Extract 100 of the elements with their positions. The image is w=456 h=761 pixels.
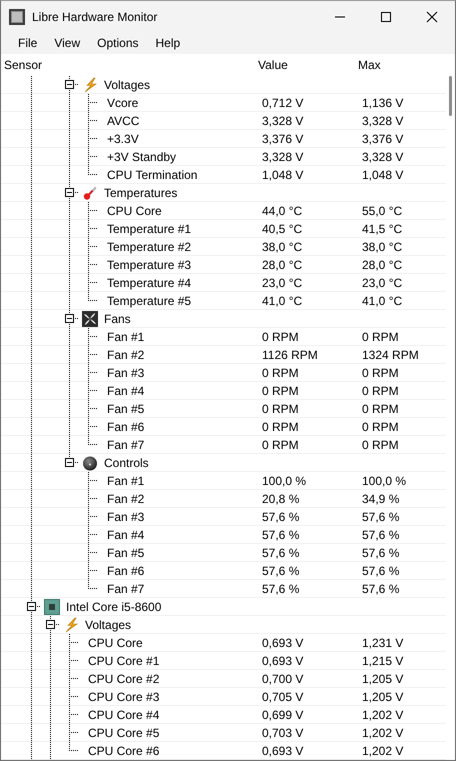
sensor-max: 57,6 % — [361, 528, 400, 542]
sensor-value: 3,328 V — [261, 150, 304, 164]
sensor-value: 0 RPM — [261, 402, 300, 416]
column-header[interactable]: Sensor — [1, 58, 255, 72]
menu-item[interactable]: File — [10, 36, 46, 50]
sensor-name[interactable]: Temperature #1 — [107, 222, 192, 236]
sensor-name[interactable]: Temperature #2 — [107, 240, 192, 254]
sensor-value: 40,5 °C — [261, 222, 304, 236]
menu-item[interactable]: Help — [148, 36, 190, 50]
sensor-name[interactable]: CPU Core #6 — [88, 744, 160, 758]
sensor-value: 57,6 % — [261, 510, 300, 524]
sensor-name[interactable]: Fan #2 — [107, 348, 144, 362]
fan-icon — [82, 310, 98, 326]
tree-node-label[interactable]: Controls — [104, 456, 149, 470]
sensor-name[interactable]: +3V Standby — [107, 150, 176, 164]
sensor-value: 0 RPM — [261, 384, 300, 398]
menu-item[interactable]: Options — [89, 36, 148, 50]
sensor-name[interactable]: CPU Core — [107, 204, 162, 218]
sensor-name[interactable]: CPU Core #1 — [88, 654, 160, 668]
tree-node-label[interactable]: Intel Core i5-8600 — [66, 600, 162, 614]
sensor-max: 1,202 V — [361, 708, 404, 722]
sensor-value: 0,693 V — [261, 636, 304, 650]
sensor-value: 57,6 % — [261, 528, 300, 542]
sensor-name[interactable]: CPU Core — [88, 636, 143, 650]
column-header[interactable]: Max — [355, 58, 381, 72]
sensor-name[interactable]: Fan #1 — [107, 330, 144, 344]
sensor-name[interactable]: AVCC — [107, 114, 140, 128]
collapse-toggle[interactable] — [65, 314, 74, 323]
sensor-value: 0 RPM — [261, 438, 300, 452]
sensor-name[interactable]: Fan #4 — [107, 528, 144, 542]
sensor-max: 28,0 °C — [361, 258, 402, 272]
sensor-name[interactable]: Fan #5 — [107, 402, 144, 416]
sensor-name[interactable]: CPU Core #4 — [88, 708, 160, 722]
tree-node-label[interactable]: Fans — [104, 312, 131, 326]
tree-node-label[interactable]: Voltages — [104, 78, 150, 92]
sensor-name[interactable]: Fan #7 — [107, 438, 144, 452]
sensor-value: 1126 RPM — [261, 348, 319, 362]
sensor-max: 1,202 V — [361, 744, 404, 758]
collapse-toggle[interactable] — [46, 620, 55, 629]
sensor-value: 1,048 V — [261, 168, 304, 182]
lightning-icon — [82, 76, 98, 92]
scrollbar-thumb[interactable] — [449, 76, 452, 116]
sensor-max: 1324 RPM — [361, 348, 419, 362]
sensor-name[interactable]: CPU Core #2 — [88, 672, 160, 686]
sensor-value: 3,328 V — [261, 114, 304, 128]
sensor-name[interactable]: Temperature #4 — [107, 276, 192, 290]
sensor-value: 20,8 % — [261, 492, 300, 506]
menu-item[interactable]: View — [46, 36, 90, 50]
sensor-name[interactable]: Temperature #3 — [107, 258, 192, 272]
sensor-name[interactable]: Fan #6 — [107, 420, 144, 434]
tree-node-label[interactable]: Temperatures — [104, 186, 178, 200]
sensor-name[interactable]: CPU Core #5 — [88, 726, 160, 740]
sensor-value: 44,0 °C — [261, 204, 304, 218]
sphere-icon — [82, 454, 98, 470]
sensor-name[interactable]: Fan #3 — [107, 366, 144, 380]
sensor-value: 0,700 V — [261, 672, 304, 686]
sensor-name[interactable]: Fan #4 — [107, 384, 144, 398]
sensor-name[interactable]: Fan #5 — [107, 546, 144, 560]
sensor-value: 0,712 V — [261, 96, 304, 110]
collapse-toggle[interactable] — [65, 188, 74, 197]
sensor-name[interactable]: Fan #1 — [107, 474, 144, 488]
sensor-name[interactable]: Fan #7 — [107, 582, 144, 596]
sensor-value: 57,6 % — [261, 546, 300, 560]
collapse-toggle[interactable] — [65, 80, 74, 89]
sensor-name[interactable]: Fan #2 — [107, 492, 144, 506]
sensor-max: 1,136 V — [361, 96, 404, 110]
sensor-max: 23,0 °C — [361, 276, 402, 290]
sensor-max: 3,328 V — [361, 114, 404, 128]
tree-node-label[interactable]: Voltages — [85, 618, 132, 632]
sensor-name[interactable]: CPU Termination — [107, 168, 198, 182]
sensor-value: 0,693 V — [261, 744, 304, 758]
collapse-toggle[interactable] — [65, 458, 74, 467]
sensor-value: 57,6 % — [261, 582, 300, 596]
chip-icon — [44, 598, 60, 614]
sensor-max: 1,202 V — [361, 726, 404, 740]
sensor-max: 57,6 % — [361, 546, 400, 560]
maximize-icon — [380, 10, 392, 22]
sensor-max: 41,0 °C — [361, 294, 402, 308]
sensor-max: 57,6 % — [361, 564, 400, 578]
sensor-value: 57,6 % — [261, 564, 300, 578]
sensor-name[interactable]: +3.3V — [107, 132, 139, 146]
sensor-value: 100,0 % — [261, 474, 308, 488]
sensor-max: 3,328 V — [361, 150, 404, 164]
sensor-max: 1,205 V — [361, 690, 404, 704]
column-header[interactable]: Value — [255, 58, 355, 72]
sensor-value: 41,0 °C — [261, 294, 304, 308]
sensor-name[interactable]: Temperature #5 — [107, 294, 192, 308]
sensor-max: 0 RPM — [361, 384, 399, 398]
collapse-toggle[interactable] — [27, 602, 36, 611]
sensor-max: 57,6 % — [361, 582, 400, 596]
sensor-max: 0 RPM — [361, 402, 399, 416]
sensor-max: 0 RPM — [361, 330, 399, 344]
window-title: Libre Hardware Monitor — [32, 10, 158, 24]
sensor-name[interactable]: Fan #3 — [107, 510, 144, 524]
sensor-value: 0 RPM — [261, 366, 300, 380]
sensor-name[interactable]: Fan #6 — [107, 564, 144, 578]
sensor-max: 1,231 V — [361, 636, 404, 650]
sensor-name[interactable]: Vcore — [107, 96, 138, 110]
close-icon — [426, 10, 438, 22]
sensor-name[interactable]: CPU Core #3 — [88, 690, 160, 704]
